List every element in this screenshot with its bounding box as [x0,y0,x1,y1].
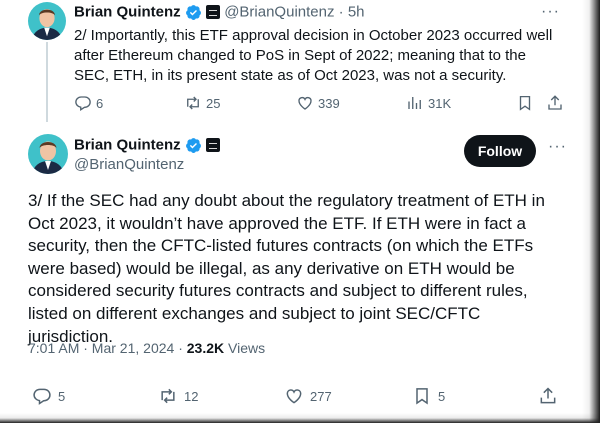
views-count[interactable]: 23.2K [187,340,224,356]
views-label: Views [224,340,266,356]
more-options-icon[interactable]: ··· [548,138,567,156]
reply-button[interactable]: 6 [74,94,103,112]
share-icon [548,95,562,110]
repost-icon [161,388,175,404]
tweet-text: 2/ Importantly, this ETF approval decisi… [74,27,553,84]
author-name[interactable]: Brian Quintenz [74,4,181,21]
reply-icon [75,96,91,112]
follow-button[interactable]: Follow [464,135,536,167]
tweet-text: 3/ If the SEC had any doubt about the re… [28,191,545,346]
share-button[interactable] [546,94,564,112]
like-button[interactable]: 339 [296,94,340,112]
repost-count: 25 [206,95,221,111]
repost-count: 12 [184,388,199,404]
bookmark-icon [416,388,428,405]
tweet-card: Brian Quintenz @BrianQuintenz · 5h ··· 2… [0,0,582,413]
tweet-meta: 7:01 AM · Mar 21, 2024 · 23.2K Views [28,340,265,356]
thread-line [46,42,48,122]
reply-button[interactable]: 5 [32,386,65,406]
handle[interactable]: @BrianQuintenz [224,4,334,21]
timestamp[interactable]: 5h [348,4,365,21]
window-edge-shadow [0,413,600,423]
repost-button[interactable]: 12 [158,386,198,406]
share-icon [540,387,556,404]
bookmark-button[interactable]: 5 [412,386,445,406]
reply-count: 5 [58,388,66,404]
analytics-icon [408,97,421,109]
tweet-header: Brian Quintenz @BrianQuintenz · 5h [74,3,365,21]
affiliate-badge-icon [206,5,221,20]
bookmark-button[interactable] [516,94,534,112]
handle[interactable]: @BrianQuintenz [74,156,184,173]
verified-badge-icon [185,4,201,20]
like-count: 277 [310,388,332,404]
like-button[interactable]: 277 [284,386,332,406]
views-button[interactable]: 31K [406,94,451,112]
share-button[interactable] [538,386,558,406]
views-count: 31K [428,95,452,111]
reply-icon [33,388,51,405]
repost-icon [187,96,199,110]
tweet-actions: 6 25 339 31K [74,94,562,114]
heart-icon [286,389,302,404]
tweet-actions: 5 12 277 5 [28,386,568,408]
window-edge-shadow [582,0,600,423]
timestamp[interactable]: 7:01 AM · Mar 21, 2024 [28,340,174,356]
like-count: 339 [318,95,340,111]
repost-button[interactable]: 25 [184,94,220,112]
bookmark-count: 5 [438,388,446,404]
verified-badge-icon [185,137,201,153]
reply-count: 6 [96,95,104,111]
avatar[interactable] [28,2,66,40]
separator-dot: · [338,3,344,21]
author-name[interactable]: Brian Quintenz [74,137,181,154]
bookmark-icon [519,95,531,111]
more-options-icon[interactable]: ··· [541,3,560,21]
author-row: Brian Quintenz [74,136,221,154]
affiliate-badge-icon [206,138,221,153]
heart-icon [298,96,312,110]
avatar[interactable] [28,134,68,174]
separator-dot: · [174,340,187,356]
